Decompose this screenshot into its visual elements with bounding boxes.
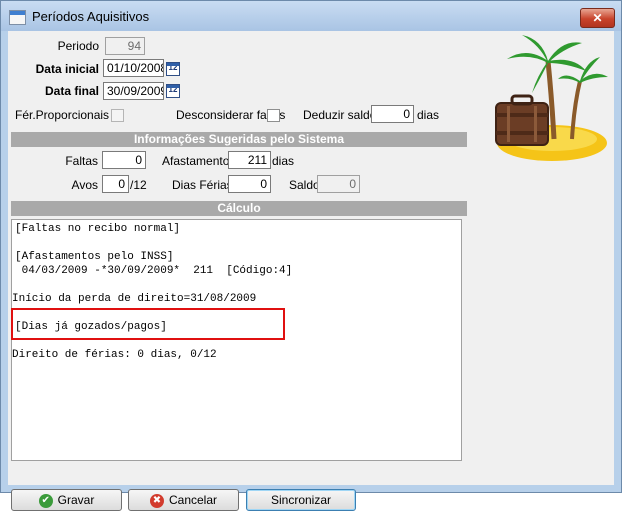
sincronizar-button[interactable]: Sincronizar bbox=[246, 489, 356, 511]
memo-line: Direito de férias: 0 dias, 0/12 bbox=[12, 349, 217, 361]
close-button[interactable]: ✕ bbox=[580, 8, 615, 28]
data-final-calendar-icon[interactable]: 12 bbox=[166, 84, 180, 98]
deduzir-saldo-unit: dias bbox=[417, 108, 440, 122]
cancel-icon: ✖ bbox=[149, 493, 164, 508]
gravar-button-label: Gravar bbox=[57, 493, 95, 507]
dias-ferias-label: Dias Férias bbox=[172, 178, 233, 192]
fer-proporcionais-label: Fér.Proporcionais bbox=[15, 108, 110, 122]
calculo-memo[interactable]: [Faltas no recibo normal] [Afastamentos … bbox=[11, 219, 462, 461]
data-inicial-input[interactable]: 01/10/2008 bbox=[103, 59, 164, 77]
periodo-field: 94 bbox=[105, 37, 145, 55]
fer-proporcionais-checkbox[interactable] bbox=[111, 109, 124, 122]
afastamento-label: Afastamento bbox=[162, 154, 230, 168]
cancelar-button-label: Cancelar bbox=[168, 493, 218, 507]
gravar-button[interactable]: ✔ Gravar bbox=[11, 489, 122, 511]
sincronizar-button-label: Sincronizar bbox=[270, 493, 332, 507]
memo-line: [Afastamentos pelo INSS] bbox=[15, 251, 174, 263]
cancelar-button[interactable]: ✖ Cancelar bbox=[128, 489, 239, 511]
saldo-field: 0 bbox=[317, 175, 360, 193]
saldo-label: Saldo bbox=[289, 178, 320, 192]
avos-label: Avos bbox=[71, 178, 98, 192]
data-inicial-label: Data inicial bbox=[35, 62, 99, 76]
checkmark-icon: ✔ bbox=[38, 493, 53, 508]
deduzir-saldo-label: Deduzir saldo bbox=[303, 108, 377, 122]
window-title: Períodos Aquisitivos bbox=[32, 9, 150, 24]
data-inicial-calendar-icon[interactable]: 12 bbox=[166, 62, 180, 76]
dialog-body: Periodo 94 Data inicial 01/10/2008 12 Da… bbox=[8, 31, 614, 511]
avos-input[interactable]: 0 bbox=[102, 175, 129, 193]
faltas-label: Faltas bbox=[65, 154, 98, 168]
afastamento-input[interactable]: 211 bbox=[228, 151, 271, 169]
app-window-icon bbox=[9, 10, 26, 25]
data-final-label: Data final bbox=[44, 84, 99, 98]
memo-line: 04/03/2009 -*30/09/2009* 211 [Código:4] bbox=[15, 265, 293, 277]
avos-unit: /12 bbox=[130, 178, 147, 192]
memo-line: [Faltas no recibo normal] bbox=[15, 223, 181, 235]
memo-line-highlighted: Início da perda de direito=31/08/2009 bbox=[12, 293, 257, 305]
title-bar[interactable]: Períodos Aquisitivos ✕ bbox=[1, 1, 621, 31]
highlight-box bbox=[11, 308, 285, 340]
dialog-window: Períodos Aquisitivos ✕ Periodo 94 Data i… bbox=[0, 0, 622, 511]
deduzir-saldo-input[interactable]: 0 bbox=[371, 105, 414, 123]
dias-ferias-input[interactable]: 0 bbox=[228, 175, 271, 193]
vacation-illustration bbox=[495, 35, 608, 161]
periodo-label: Periodo bbox=[57, 39, 99, 53]
desconsiderar-faltas-checkbox[interactable] bbox=[267, 109, 280, 122]
sugeridas-section-header: Informações Sugeridas pelo Sistema bbox=[11, 132, 467, 147]
calculo-section-header: Cálculo bbox=[11, 201, 467, 216]
afastamento-unit: dias bbox=[272, 154, 295, 168]
data-final-input[interactable]: 30/09/2009 bbox=[103, 82, 164, 100]
faltas-input[interactable]: 0 bbox=[102, 151, 146, 169]
